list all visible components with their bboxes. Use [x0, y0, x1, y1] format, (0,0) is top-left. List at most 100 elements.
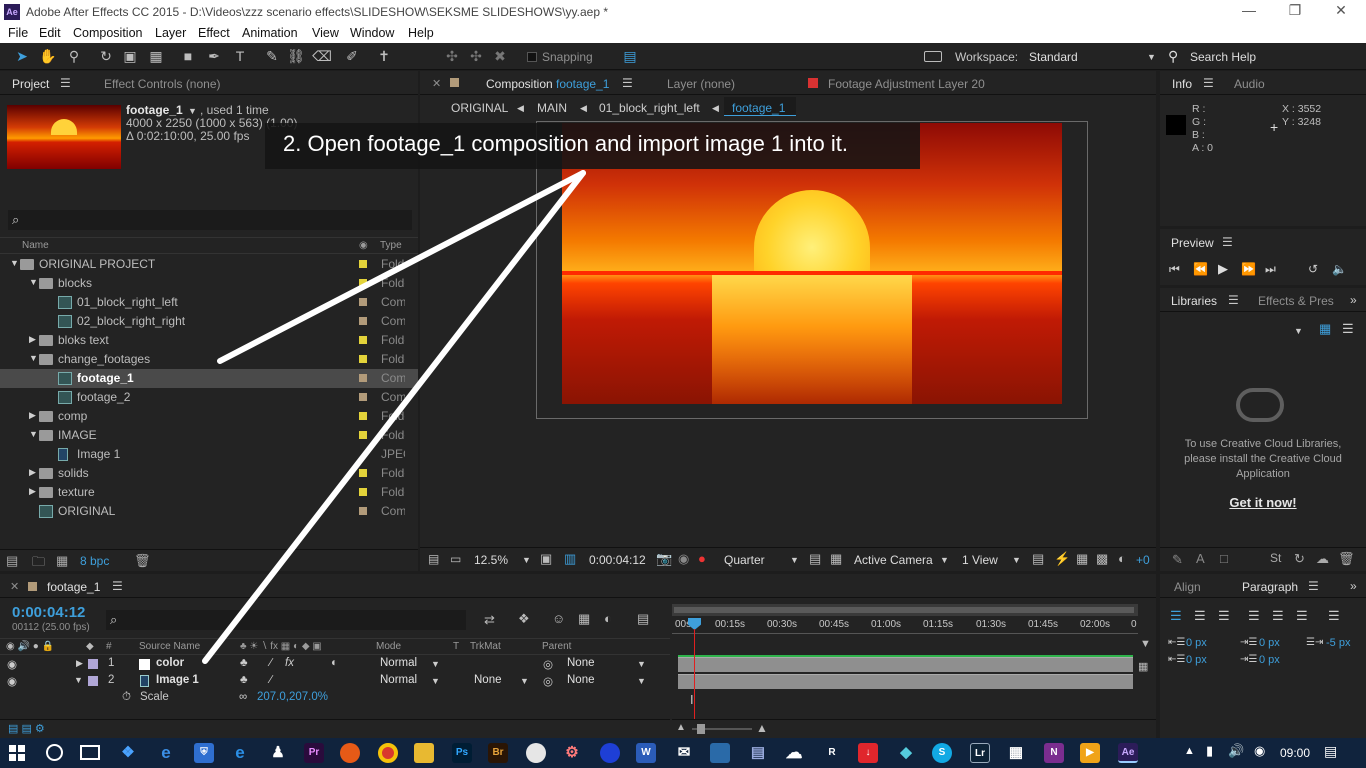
project-item[interactable]: ▶ texture Folder	[0, 483, 418, 502]
lightroom-icon[interactable]: Lr	[970, 743, 990, 763]
fit-icon[interactable]: ▣	[540, 551, 552, 567]
snapshot-icon[interactable]: 📷	[656, 551, 672, 567]
prev-frame-icon[interactable]: ⏪	[1193, 262, 1208, 276]
layer-row[interactable]: ◉ ▶ 1 color ♣ ∕ fx ◐ Normal ▼ ◎ None ▼	[0, 656, 670, 673]
tab-paragraph[interactable]: Paragraph	[1242, 580, 1298, 594]
label-color-swatch[interactable]	[359, 260, 367, 268]
app-blue-circle-icon[interactable]	[600, 743, 620, 763]
label-color-swatch[interactable]	[359, 355, 367, 363]
project-item[interactable]: ▶ bloks text Folder	[0, 331, 418, 350]
pick-whip-icon[interactable]: ◎	[543, 674, 553, 688]
align-right-icon[interactable]: ☰	[1218, 608, 1230, 624]
file-explorer-icon[interactable]	[414, 743, 434, 763]
timeline-search-input[interactable]: ⌕	[106, 610, 466, 630]
zoom-tool-icon[interactable]: ⚲	[64, 47, 84, 65]
shy-layers-icon[interactable]: ☺	[552, 611, 565, 626]
label-color-swatch[interactable]	[359, 469, 367, 477]
work-area-bar[interactable]	[672, 604, 1138, 616]
selection-tool-icon[interactable]: ➤	[12, 47, 32, 65]
hand-tool-icon[interactable]: ✋	[38, 47, 58, 65]
pen-tool-icon[interactable]: ✒	[204, 47, 224, 65]
store-icon[interactable]: ▦	[1006, 743, 1026, 763]
align-center-icon[interactable]: ☰	[1194, 608, 1206, 624]
mail-icon[interactable]: ✉	[674, 743, 694, 763]
after-effects-taskbar-icon[interactable]: Ae	[1118, 743, 1138, 763]
notifications-icon[interactable]: ▤	[1324, 743, 1337, 760]
windows-start-icon[interactable]	[9, 745, 25, 761]
pan-behind-tool-icon[interactable]: ▦	[146, 47, 166, 65]
cloud-status-icon[interactable]: ☁	[1316, 551, 1329, 567]
trkmat-chevron-down-icon[interactable]: ▼	[520, 676, 529, 686]
zoom-out-icon[interactable]: ▲	[676, 722, 686, 733]
timeline-current-time[interactable]: 0:00:04:12	[12, 604, 85, 621]
list-view-icon[interactable]: ☰	[1342, 321, 1354, 337]
project-item[interactable]: 01_block_right_left Comp	[0, 293, 418, 312]
snapping-checkbox[interactable]	[527, 52, 537, 62]
quality-switch-icon[interactable]: ∕	[270, 674, 272, 686]
collapse-triangle-icon[interactable]: ▼	[29, 353, 38, 363]
layer-trkmat-select[interactable]: None	[474, 674, 502, 686]
col-type[interactable]: Type	[380, 240, 402, 251]
justify-left-icon[interactable]: ☰	[1248, 608, 1260, 624]
info-menu-icon[interactable]: ☰	[1203, 76, 1214, 90]
view-axis-icon[interactable]: ✖	[490, 47, 510, 65]
label-color-swatch[interactable]	[359, 488, 367, 496]
first-frame-icon[interactable]: ⏮	[1169, 262, 1180, 277]
menu-edit[interactable]: Edit	[39, 26, 61, 40]
monitor-icon[interactable]: ▭	[450, 552, 461, 566]
project-item[interactable]: footage_2 Comp	[0, 388, 418, 407]
space-before-value[interactable]: 0 px	[1186, 654, 1207, 666]
premiere-icon[interactable]: Pr	[304, 743, 324, 763]
collapse-triangle-icon[interactable]: ▼	[29, 429, 38, 439]
exposure-icon[interactable]: ◐	[1118, 551, 1126, 566]
pick-whip-icon[interactable]: ◎	[543, 657, 553, 671]
layer-mode-select[interactable]: Normal	[380, 674, 417, 686]
workspace-chevron-down-icon[interactable]: ▼	[1147, 52, 1156, 62]
breadcrumb-01-block[interactable]: 01_block_right_left	[599, 101, 700, 115]
snap-options-icon[interactable]: ▤	[620, 47, 640, 65]
zoom-in-icon[interactable]: ▲	[756, 721, 768, 735]
firefox-icon[interactable]	[340, 743, 360, 763]
expand-triangle-icon[interactable]: ▶	[29, 334, 36, 345]
project-search-input[interactable]: ⌕	[8, 210, 412, 230]
interpret-footage-icon[interactable]: ▤	[6, 553, 18, 569]
close-tab-icon[interactable]: ✕	[432, 77, 441, 90]
camera-select[interactable]: Active Camera	[854, 553, 933, 567]
comp-menu-icon[interactable]: ☰	[622, 76, 633, 90]
menu-file[interactable]: File	[8, 26, 28, 40]
scale-value[interactable]: 207.0,207.0%	[257, 691, 328, 703]
roi-icon[interactable]: ▤	[809, 551, 821, 567]
more-tabs-icon[interactable]: »	[1350, 293, 1357, 307]
menu-view[interactable]: View	[312, 26, 339, 40]
more-tabs-icon[interactable]: »	[1350, 579, 1357, 593]
menu-animation[interactable]: Animation	[242, 26, 298, 40]
view-chevron-down-icon[interactable]: ▼	[1012, 555, 1021, 565]
tab-layer[interactable]: Layer (none)	[667, 77, 735, 91]
current-time[interactable]: 0:00:04:12	[589, 553, 646, 567]
tab-effect-controls[interactable]: Effect Controls (none)	[104, 77, 221, 91]
comp-button-icon[interactable]: ▼	[1140, 638, 1151, 650]
app-diamond-icon[interactable]: ◆	[896, 743, 916, 763]
visibility-eye-icon[interactable]: ◉	[7, 674, 17, 688]
app-gear-icon[interactable]: ⚙	[562, 743, 582, 763]
new-comp-icon[interactable]: ▦	[56, 553, 68, 569]
label-color-swatch[interactable]	[359, 374, 367, 382]
preview-menu-icon[interactable]: ☰	[1222, 235, 1233, 249]
toggle-switches-icon[interactable]: ▤ ▤ ⚙	[8, 722, 45, 735]
flowchart-icon[interactable]: ▩	[1096, 551, 1108, 567]
library-chevron-down-icon[interactable]: ▼	[1294, 326, 1303, 336]
frame-blending-icon[interactable]: ▦	[578, 611, 590, 627]
parent-chevron-down-icon[interactable]: ▼	[637, 659, 646, 669]
bridge-icon[interactable]: Br	[488, 743, 508, 763]
expand-triangle-icon[interactable]: ▼	[74, 675, 83, 685]
render-icon[interactable]: ▦	[1138, 660, 1148, 673]
project-item[interactable]: footage_1 Comp	[0, 369, 418, 388]
label-color-swatch[interactable]	[359, 279, 367, 287]
indent-right-value[interactable]: -5 px	[1326, 637, 1350, 649]
label-color-swatch[interactable]	[359, 431, 367, 439]
rectangle-tool-icon[interactable]: ■	[178, 47, 198, 65]
label-color-swatch[interactable]	[359, 393, 367, 401]
mute-audio-icon[interactable]: 🔈	[1332, 262, 1347, 276]
app-round-icon[interactable]	[526, 743, 546, 763]
clock[interactable]: 09:00	[1280, 746, 1310, 760]
